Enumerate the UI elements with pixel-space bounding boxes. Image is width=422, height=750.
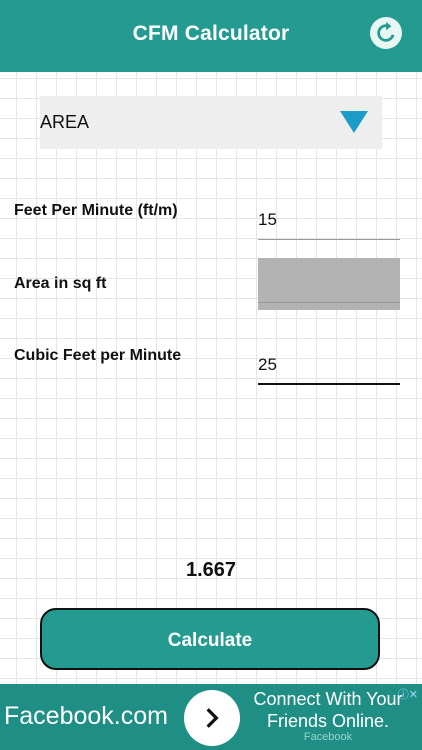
cfm-input[interactable]: 25 — [258, 345, 400, 385]
area-label: Area in sq ft — [14, 275, 107, 292]
calculate-button[interactable]: Calculate — [40, 608, 380, 670]
dropdown-arrow-icon — [340, 111, 368, 133]
app-bar: CFM Calculator — [0, 0, 422, 72]
mode-dropdown[interactable]: AREA — [40, 96, 382, 149]
fpm-underline — [258, 239, 400, 240]
area-underline — [258, 302, 400, 303]
fpm-value: 15 — [258, 210, 277, 229]
ad-headline-line1: Connect With Your — [253, 689, 403, 709]
fpm-label: Feet Per Minute (ft/m) — [14, 202, 178, 219]
app-title: CFM Calculator — [132, 22, 290, 45]
result-value: 1.667 — [185, 559, 237, 581]
adchoices-icon[interactable]: ⓘ✕ — [398, 686, 418, 702]
ad-banner[interactable]: Facebook.com Connect With Your Friends O… — [0, 684, 422, 750]
dropdown-selected-value: AREA — [40, 112, 90, 132]
cfm-value: 25 — [258, 355, 277, 374]
cfm-underline — [258, 383, 400, 385]
ad-headline: Connect With Your Friends Online. — [246, 688, 410, 732]
ad-sub: Facebook — [303, 731, 353, 743]
ad-brand: Facebook.com — [4, 702, 168, 730]
cfm-label: Cubic Feet per Minute — [14, 347, 182, 364]
fpm-input[interactable]: 15 — [258, 200, 400, 240]
chevron-right-icon — [206, 708, 219, 728]
refresh-button[interactable] — [370, 17, 402, 49]
ad-headline-line2: Friends Online. — [266, 711, 390, 731]
ad-go-button[interactable] — [184, 690, 240, 746]
area-input — [258, 258, 400, 310]
refresh-icon — [377, 22, 395, 42]
